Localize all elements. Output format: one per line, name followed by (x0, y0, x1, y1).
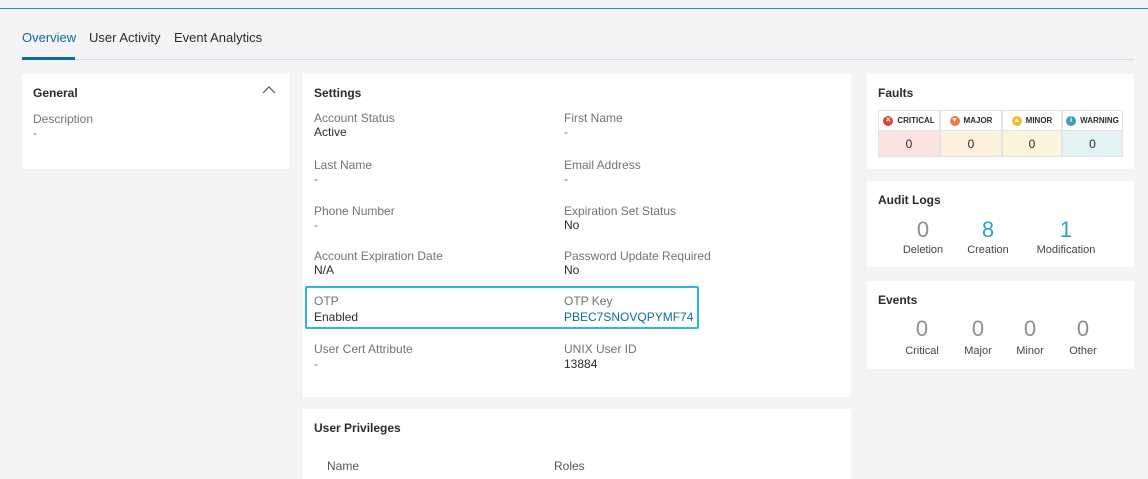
audit-creation-count[interactable]: 8 (958, 217, 1018, 243)
tab-user-activity[interactable]: User Activity (89, 30, 161, 45)
events-other-count[interactable]: 0 (1053, 316, 1113, 342)
top-accent-line (0, 8, 1148, 9)
audit-logs-title: Audit Logs (878, 193, 941, 207)
events-title: Events (878, 293, 918, 307)
settings-title: Settings (314, 86, 362, 100)
expiration-set-label: Expiration Set Status (564, 204, 677, 218)
tab-overview[interactable]: Overview (22, 30, 76, 45)
email-label: Email Address (564, 158, 641, 172)
column-header-roles[interactable]: Roles (554, 459, 585, 473)
audit-deletion-count[interactable]: 0 (893, 217, 953, 243)
events-critical-count[interactable]: 0 (892, 316, 952, 342)
user-privileges-title: User Privileges (314, 421, 401, 435)
account-expiration-label: Account Expiration Date (314, 249, 443, 263)
settings-card: Settings Account Status Active First Nam… (303, 74, 851, 397)
fault-minor-label: MINOR (1025, 116, 1053, 125)
account-status-value: Active (314, 125, 347, 139)
audit-modification-label: Modification (1036, 244, 1096, 256)
active-tab-indicator (22, 57, 75, 60)
fault-warning-label: WARNING (1080, 116, 1119, 125)
fault-critical-count[interactable]: 0 (878, 131, 940, 157)
phone-value: - (314, 218, 318, 232)
fault-minor-count[interactable]: 0 (1002, 131, 1062, 157)
unix-uid-label: UNIX User ID (564, 342, 637, 356)
fault-critical-header[interactable]: ✕ CRITICAL (878, 110, 940, 131)
tab-event-analytics[interactable]: Event Analytics (174, 30, 262, 45)
general-card: General Description - (22, 74, 289, 169)
last-name-value: - (314, 172, 318, 186)
email-value: - (564, 172, 568, 186)
audit-logs-card: Audit Logs 0 8 1 Deletion Creation Modif… (867, 181, 1134, 267)
password-update-value: No (564, 263, 580, 277)
fault-critical-label: CRITICAL (897, 116, 935, 125)
tab-bar: Overview User Activity Event Analytics (22, 30, 1134, 60)
audit-modification-count[interactable]: 1 (1036, 217, 1096, 243)
column-header-name[interactable]: Name (327, 459, 359, 473)
phone-label: Phone Number (314, 204, 395, 218)
events-other-label: Other (1069, 345, 1097, 357)
critical-icon: ✕ (883, 115, 894, 126)
fault-warning-count[interactable]: 0 (1062, 131, 1123, 157)
faults-title: Faults (878, 86, 914, 100)
description-label: Description (33, 112, 94, 126)
description-value: - (33, 126, 37, 140)
fault-major-count[interactable]: 0 (940, 131, 1002, 157)
first-name-value: - (564, 125, 568, 139)
warning-icon: i (1066, 115, 1077, 126)
otp-highlight-box (305, 286, 699, 329)
events-minor-count[interactable]: 0 (1000, 316, 1060, 342)
user-cert-value: - (314, 357, 318, 371)
user-cert-label: User Cert Attribute (314, 342, 413, 356)
events-card: Events 0 0 0 0 Critical Major Minor Othe… (867, 281, 1134, 369)
user-privileges-card: User Privileges Name Roles (303, 409, 851, 479)
general-title: General (33, 86, 78, 100)
audit-creation-label: Creation (967, 244, 1009, 256)
last-name-label: Last Name (314, 158, 373, 172)
unix-uid-value: 13884 (564, 357, 598, 371)
fault-minor-header[interactable]: ▲ MINOR (1002, 110, 1062, 131)
fault-major-header[interactable]: ▼ MAJOR (940, 110, 1002, 131)
events-major-count[interactable]: 0 (948, 316, 1008, 342)
chevron-up-icon[interactable] (262, 85, 276, 95)
account-status-label: Account Status (314, 111, 395, 125)
fault-major-label: MAJOR (963, 116, 993, 125)
expiration-set-value: No (564, 218, 580, 232)
fault-warning-header[interactable]: i WARNING (1062, 110, 1123, 131)
account-expiration-value: N/A (314, 263, 335, 277)
password-update-label: Password Update Required (564, 249, 711, 263)
major-icon: ▼ (949, 115, 960, 126)
minor-icon: ▲ (1011, 115, 1022, 126)
first-name-label: First Name (564, 111, 623, 125)
